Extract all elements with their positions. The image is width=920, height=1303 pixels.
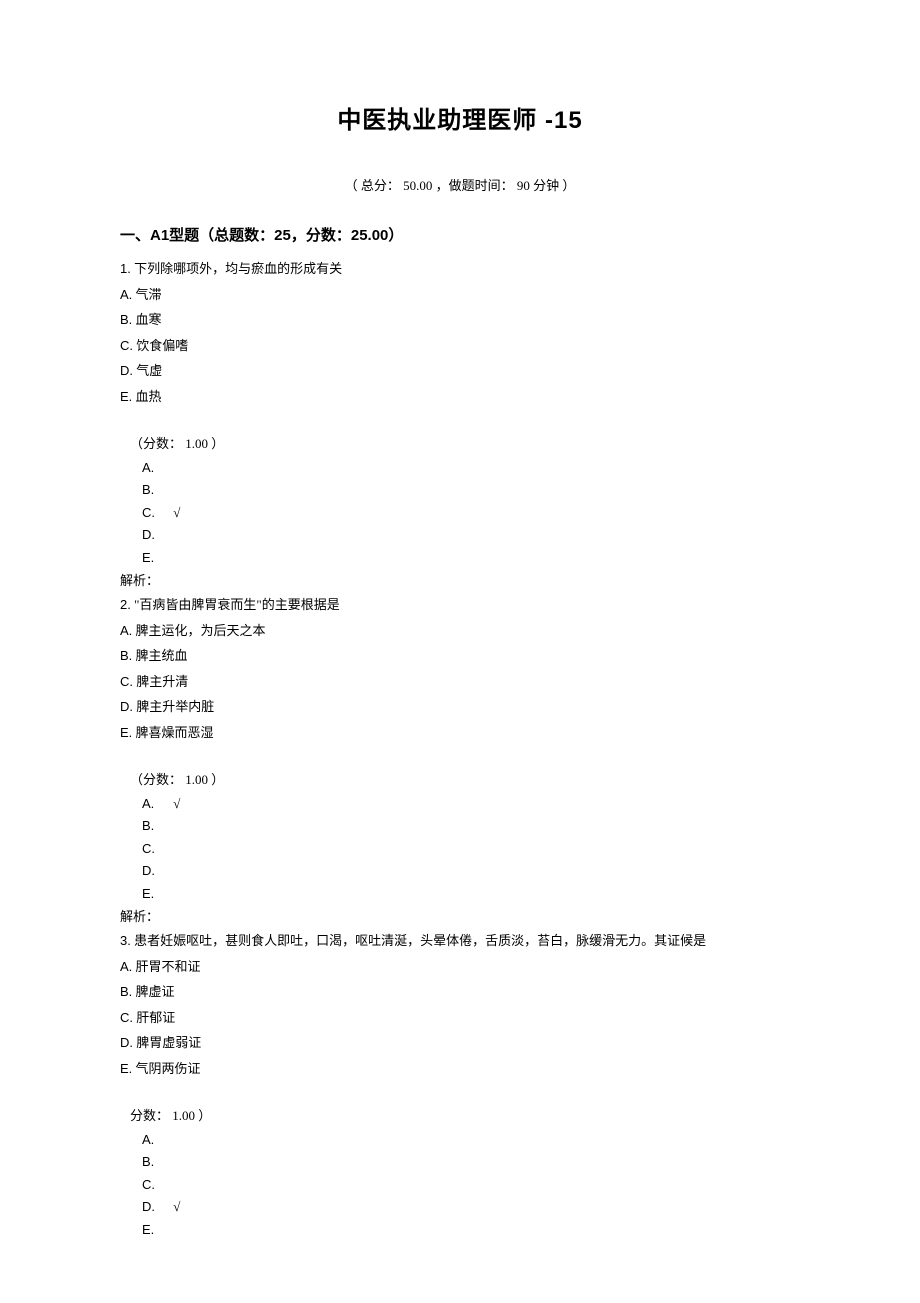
answer-b: B.	[142, 1152, 800, 1172]
ans-label: B.	[142, 816, 170, 836]
score-line: 分数： 1.00 ）	[130, 1106, 800, 1126]
question-block: 3. 患者妊娠呕吐，甚则食人即吐，口渴，呕吐清涎，头晕体倦，舌质淡，苔白，脉缓滑…	[120, 931, 800, 1239]
section-header: 一、A1型题（总题数：25，分数：25.00）	[120, 224, 800, 245]
ans-label: A.	[142, 1130, 170, 1150]
option-b: B. 脾虚证	[120, 982, 800, 1002]
question-stem-text: 患者妊娠呕吐，甚则食人即吐，口渴，呕吐清涎，头晕体倦，舌质淡，苔白，脉缓滑无力。…	[131, 933, 706, 948]
option-a: A. 脾主运化，为后天之本	[120, 621, 800, 641]
option-b: B. 脾主统血	[120, 646, 800, 666]
opt-letter: C.	[120, 674, 133, 689]
answer-b: B.	[142, 816, 800, 836]
ans-mark: √	[170, 796, 180, 811]
score-line: （分数： 1.00 ）	[130, 770, 800, 790]
opt-text: 脾胃虚弱证	[133, 1035, 201, 1050]
page-title: 中医执业助理医师 -15	[120, 100, 800, 135]
opt-text: 肝郁证	[133, 1010, 175, 1025]
answer-e: E.	[142, 548, 800, 568]
ans-label: C.	[142, 1175, 170, 1195]
answer-c: C.	[142, 839, 800, 859]
answer-a: A.	[142, 1130, 800, 1150]
ans-label: E.	[142, 884, 170, 904]
opt-text: 血热	[132, 389, 161, 404]
option-a: A. 气滞	[120, 285, 800, 305]
answer-e: E.	[142, 884, 800, 904]
ans-mark: √	[170, 1199, 180, 1214]
opt-letter: E.	[120, 1061, 132, 1076]
explain: 解析：	[120, 570, 800, 589]
opt-text: 脾主统血	[132, 648, 187, 663]
opt-letter: D.	[120, 699, 133, 714]
ans-label: E.	[142, 548, 170, 568]
ans-label: C.	[142, 839, 170, 859]
ans-label: D.	[142, 1197, 170, 1217]
option-c: C. 饮食偏嗜	[120, 336, 800, 356]
answer-d: D.	[142, 861, 800, 881]
exam-meta: （ 总分： 50.00 ，做题时间： 90 分钟 ）	[120, 175, 800, 194]
answer-c: C. √	[142, 503, 800, 523]
option-e: E. 血热	[120, 387, 800, 407]
opt-letter: E.	[120, 389, 132, 404]
ans-label: D.	[142, 861, 170, 881]
opt-letter: E.	[120, 725, 132, 740]
opt-text: 气阴两伤证	[132, 1061, 200, 1076]
opt-text: 饮食偏嗜	[133, 338, 188, 353]
option-d: D. 脾胃虚弱证	[120, 1033, 800, 1053]
option-b: B. 血寒	[120, 310, 800, 330]
opt-text: 肝胃不和证	[132, 959, 200, 974]
opt-letter: A.	[120, 287, 132, 302]
score-line: （分数： 1.00 ）	[130, 434, 800, 454]
option-d: D. 气虚	[120, 361, 800, 381]
question-stem-text: 下列除哪项外，均与瘀血的形成有关	[131, 261, 342, 276]
question-num: 3.	[120, 933, 131, 948]
option-c: C. 脾主升清	[120, 672, 800, 692]
opt-text: 脾主运化，为后天之本	[132, 623, 265, 638]
answer-d: D.	[142, 525, 800, 545]
question-num: 2.	[120, 597, 131, 612]
ans-label: E.	[142, 1220, 170, 1240]
opt-text: 气滞	[132, 287, 161, 302]
opt-text: 脾主升举内脏	[133, 699, 214, 714]
question-block: 1. 下列除哪项外，均与瘀血的形成有关 A. 气滞 B. 血寒 C. 饮食偏嗜 …	[120, 259, 800, 589]
opt-text: 气虚	[133, 363, 162, 378]
option-c: C. 肝郁证	[120, 1008, 800, 1028]
option-a: A. 肝胃不和证	[120, 957, 800, 977]
answer-d: D. √	[142, 1197, 800, 1217]
opt-text: 血寒	[132, 312, 161, 327]
opt-letter: B.	[120, 984, 132, 999]
ans-label: B.	[142, 480, 170, 500]
opt-letter: A.	[120, 623, 132, 638]
answer-a: A. √	[142, 794, 800, 814]
ans-label: A.	[142, 794, 170, 814]
explain: 解析：	[120, 906, 800, 925]
opt-text: 脾虚证	[132, 984, 174, 999]
question-stem: 3. 患者妊娠呕吐，甚则食人即吐，口渴，呕吐清涎，头晕体倦，舌质淡，苔白，脉缓滑…	[120, 931, 800, 951]
answer-c: C.	[142, 1175, 800, 1195]
ans-label: D.	[142, 525, 170, 545]
question-stem: 2. "百病皆由脾胃衰而生"的主要根据是	[120, 595, 800, 615]
ans-label: B.	[142, 1152, 170, 1172]
option-e: E. 气阴两伤证	[120, 1059, 800, 1079]
opt-text: 脾喜燥而恶湿	[132, 725, 213, 740]
opt-letter: B.	[120, 312, 132, 327]
answer-a: A.	[142, 458, 800, 478]
ans-label: A.	[142, 458, 170, 478]
answer-e: E.	[142, 1220, 800, 1240]
opt-text: 脾主升清	[133, 674, 188, 689]
opt-letter: C.	[120, 338, 133, 353]
ans-label: C.	[142, 503, 170, 523]
option-e: E. 脾喜燥而恶湿	[120, 723, 800, 743]
question-block: 2. "百病皆由脾胃衰而生"的主要根据是 A. 脾主运化，为后天之本 B. 脾主…	[120, 595, 800, 925]
question-stem-text: "百病皆由脾胃衰而生"的主要根据是	[131, 597, 340, 612]
opt-letter: B.	[120, 648, 132, 663]
option-d: D. 脾主升举内脏	[120, 697, 800, 717]
opt-letter: D.	[120, 1035, 133, 1050]
opt-letter: C.	[120, 1010, 133, 1025]
opt-letter: D.	[120, 363, 133, 378]
question-stem: 1. 下列除哪项外，均与瘀血的形成有关	[120, 259, 800, 279]
question-num: 1.	[120, 261, 131, 276]
ans-mark: √	[170, 505, 180, 520]
opt-letter: A.	[120, 959, 132, 974]
answer-b: B.	[142, 480, 800, 500]
